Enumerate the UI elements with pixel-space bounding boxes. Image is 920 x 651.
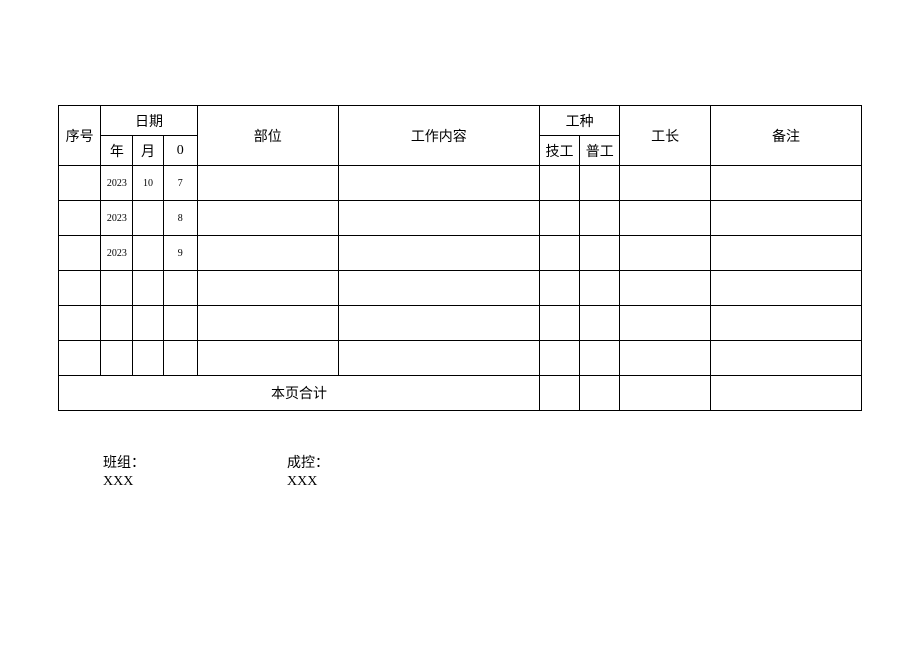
cell-remark <box>710 341 861 376</box>
header-skilled: 技工 <box>539 136 579 166</box>
table-row <box>59 341 862 376</box>
table-body: 2023 10 7 2023 8 2023 9 <box>59 166 862 411</box>
header-remark: 备注 <box>710 106 861 166</box>
cell-day: 7 <box>163 166 197 201</box>
header-day: 0 <box>163 136 197 166</box>
header-date: 日期 <box>101 106 198 136</box>
cell-work <box>338 236 539 271</box>
cell-unskilled <box>580 201 620 236</box>
cell-seq <box>59 166 101 201</box>
cell-part <box>197 341 338 376</box>
cell-month <box>133 201 163 236</box>
cell-work <box>338 271 539 306</box>
cell-remark <box>710 271 861 306</box>
cell-work <box>338 306 539 341</box>
total-skilled <box>539 376 579 411</box>
header-year: 年 <box>101 136 133 166</box>
table-row: 2023 8 <box>59 201 862 236</box>
cell-seq <box>59 271 101 306</box>
cell-remark <box>710 166 861 201</box>
header-seq: 序号 <box>59 106 101 166</box>
cell-month: 10 <box>133 166 163 201</box>
cell-month <box>133 236 163 271</box>
cell-seq <box>59 341 101 376</box>
cell-part <box>197 201 338 236</box>
cell-unskilled <box>580 236 620 271</box>
cell-work <box>338 341 539 376</box>
cell-day: 8 <box>163 201 197 236</box>
signatures: 班组： XXX 成控： XXX <box>58 455 862 491</box>
cell-year <box>101 306 133 341</box>
table-row <box>59 271 862 306</box>
cell-foreman <box>620 306 711 341</box>
cell-part <box>197 166 338 201</box>
cell-unskilled <box>580 166 620 201</box>
cell-part <box>197 271 338 306</box>
table-row: 2023 10 7 <box>59 166 862 201</box>
cell-work <box>338 166 539 201</box>
cell-day <box>163 341 197 376</box>
cell-remark <box>710 201 861 236</box>
header-trade: 工种 <box>539 106 619 136</box>
work-record-table: 序号 日期 部位 工作内容 工种 工长 备注 年 月 0 技工 普工 2023 … <box>58 105 862 411</box>
total-row: 本页合计 <box>59 376 862 411</box>
total-remark <box>710 376 861 411</box>
team-value: XXX <box>103 473 287 491</box>
cell-skilled <box>539 236 579 271</box>
cell-day: 9 <box>163 236 197 271</box>
cost-label: 成控： <box>287 455 329 473</box>
header-part: 部位 <box>197 106 338 166</box>
cell-part <box>197 306 338 341</box>
cell-foreman <box>620 166 711 201</box>
cell-day <box>163 306 197 341</box>
total-label: 本页合计 <box>59 376 540 411</box>
cell-foreman <box>620 236 711 271</box>
cell-skilled <box>539 306 579 341</box>
cell-work <box>338 201 539 236</box>
cell-unskilled <box>580 271 620 306</box>
cell-seq <box>59 201 101 236</box>
cost-value: XXX <box>287 473 329 491</box>
cell-month <box>133 271 163 306</box>
signature-team: 班组： XXX <box>103 455 287 491</box>
cell-foreman <box>620 341 711 376</box>
cell-unskilled <box>580 341 620 376</box>
cell-remark <box>710 236 861 271</box>
table-row <box>59 306 862 341</box>
total-unskilled <box>580 376 620 411</box>
cell-seq <box>59 306 101 341</box>
team-label: 班组： <box>103 455 287 473</box>
cell-skilled <box>539 166 579 201</box>
cell-foreman <box>620 201 711 236</box>
header-foreman: 工长 <box>620 106 711 166</box>
cell-month <box>133 341 163 376</box>
cell-skilled <box>539 341 579 376</box>
cell-skilled <box>539 201 579 236</box>
cell-seq <box>59 236 101 271</box>
cell-foreman <box>620 271 711 306</box>
cell-year: 2023 <box>101 236 133 271</box>
cell-remark <box>710 306 861 341</box>
cell-skilled <box>539 271 579 306</box>
header-unskilled: 普工 <box>580 136 620 166</box>
cell-day <box>163 271 197 306</box>
cell-year <box>101 271 133 306</box>
cell-month <box>133 306 163 341</box>
table-row: 2023 9 <box>59 236 862 271</box>
cell-unskilled <box>580 306 620 341</box>
header-work: 工作内容 <box>338 106 539 166</box>
header-month: 月 <box>133 136 163 166</box>
cell-year: 2023 <box>101 201 133 236</box>
cell-year <box>101 341 133 376</box>
cell-part <box>197 236 338 271</box>
signature-cost: 成控： XXX <box>287 455 329 491</box>
cell-year: 2023 <box>101 166 133 201</box>
total-foreman <box>620 376 711 411</box>
